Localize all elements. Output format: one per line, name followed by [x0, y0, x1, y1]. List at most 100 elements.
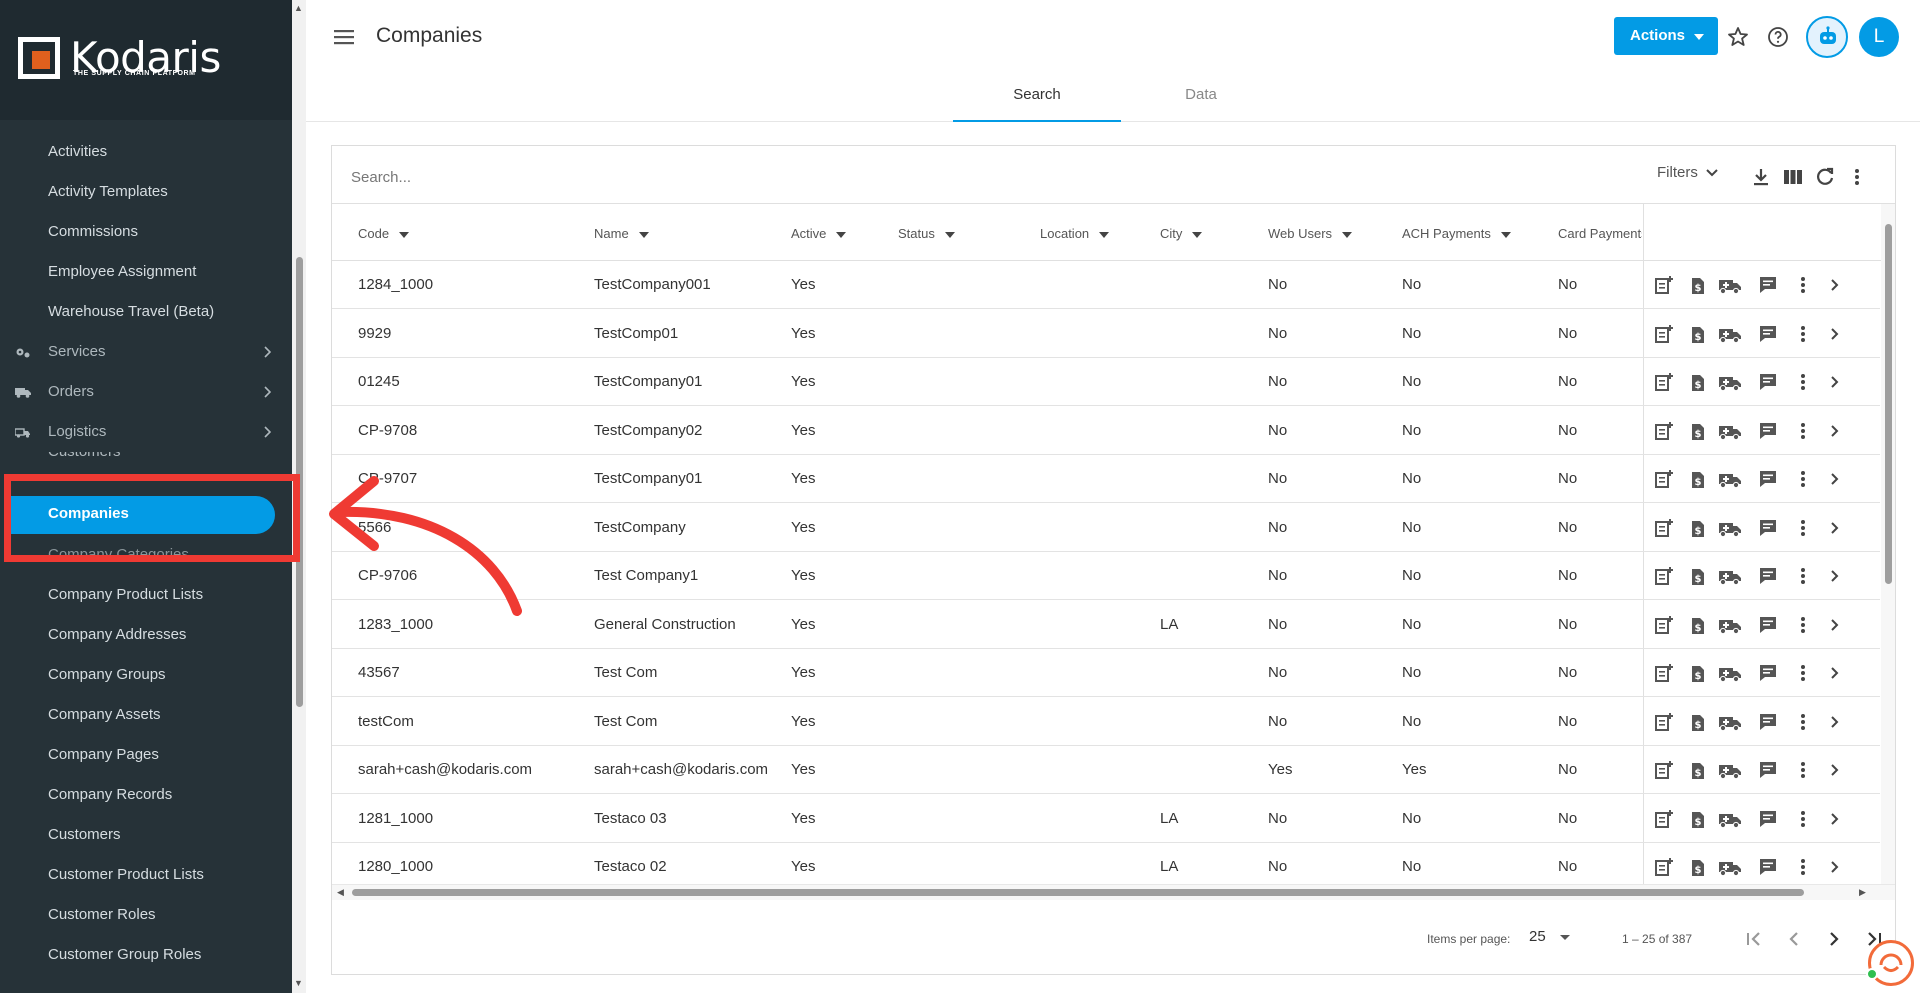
row-more-vert-icon[interactable]: [1792, 759, 1814, 781]
row-invoice-dollar-icon[interactable]: $: [1687, 808, 1709, 830]
sidebar-item-company-product-lists[interactable]: Company Product Lists: [0, 575, 292, 615]
row-invoice-dollar-icon[interactable]: $: [1687, 517, 1709, 539]
column-header-active[interactable]: Active: [791, 226, 847, 241]
row-comment-icon[interactable]: [1757, 565, 1779, 587]
row-chevron-right-icon[interactable]: [1824, 856, 1846, 878]
table-row[interactable]: 1284_1000 TestCompany001 Yes No No No $: [332, 261, 1880, 309]
row-comment-icon[interactable]: [1757, 759, 1779, 781]
row-ambulance-truck-icon[interactable]: [1718, 517, 1741, 539]
more-vert-icon[interactable]: [1846, 166, 1868, 188]
row-add-note-icon[interactable]: [1653, 371, 1675, 393]
table-row[interactable]: 1283_1000 General Construction Yes LA No No No…: [332, 601, 1880, 649]
row-chevron-right-icon[interactable]: [1824, 323, 1846, 345]
tab-data[interactable]: Data: [1121, 84, 1281, 122]
row-ambulance-truck-icon[interactable]: [1718, 711, 1741, 733]
column-header-city[interactable]: City: [1160, 226, 1203, 241]
sidebar-item-warehouse-travel[interactable]: Warehouse Travel (Beta): [0, 292, 292, 332]
row-add-note-icon[interactable]: [1653, 517, 1675, 539]
column-header-location[interactable]: Location: [1040, 226, 1110, 241]
row-chevron-right-icon[interactable]: [1824, 517, 1846, 539]
row-more-vert-icon[interactable]: [1792, 808, 1814, 830]
scroll-left-icon[interactable]: ◀: [337, 887, 344, 898]
row-more-vert-icon[interactable]: [1792, 274, 1814, 296]
sidebar-item-company-pages[interactable]: Company Pages: [0, 735, 292, 775]
row-add-note-icon[interactable]: [1653, 323, 1675, 345]
row-ambulance-truck-icon[interactable]: [1718, 856, 1741, 878]
row-comment-icon[interactable]: [1757, 420, 1779, 442]
table-row[interactable]: 1281_1000 Testaco 03 Yes LA No No No $: [332, 795, 1880, 843]
row-add-note-icon[interactable]: [1653, 274, 1675, 296]
scroll-right-icon[interactable]: ▶: [1859, 887, 1866, 898]
sidebar-item-customer-product-lists[interactable]: Customer Product Lists: [0, 855, 292, 895]
row-invoice-dollar-icon[interactable]: $: [1687, 856, 1709, 878]
row-add-note-icon[interactable]: [1653, 468, 1675, 490]
row-ambulance-truck-icon[interactable]: [1718, 468, 1741, 490]
row-more-vert-icon[interactable]: [1792, 517, 1814, 539]
sidebar-group-services[interactable]: Services: [0, 332, 292, 372]
row-comment-icon[interactable]: [1757, 371, 1779, 393]
row-add-note-icon[interactable]: [1653, 662, 1675, 684]
row-comment-icon[interactable]: [1757, 808, 1779, 830]
row-invoice-dollar-icon[interactable]: $: [1687, 759, 1709, 781]
tab-search[interactable]: Search: [953, 84, 1121, 122]
row-more-vert-icon[interactable]: [1792, 371, 1814, 393]
scroll-down-icon[interactable]: ▼: [294, 978, 303, 988]
row-ambulance-truck-icon[interactable]: [1718, 274, 1741, 296]
row-invoice-dollar-icon[interactable]: $: [1687, 711, 1709, 733]
row-more-vert-icon[interactable]: [1792, 711, 1814, 733]
row-comment-icon[interactable]: [1757, 517, 1779, 539]
menu-icon[interactable]: [334, 28, 356, 46]
sidebar-item-activities[interactable]: Activities: [0, 132, 292, 172]
table-horizontal-scrollbar[interactable]: ◀ ▶: [332, 884, 1895, 900]
row-chevron-right-icon[interactable]: [1824, 662, 1846, 684]
row-chevron-right-icon[interactable]: [1824, 468, 1846, 490]
table-row[interactable]: 43567 Test Com Yes No No No $: [332, 649, 1880, 697]
row-invoice-dollar-icon[interactable]: $: [1687, 274, 1709, 296]
row-chevron-right-icon[interactable]: [1824, 565, 1846, 587]
column-header-card-payments[interactable]: Card Payments: [1558, 226, 1642, 241]
sidebar-item-employee-assignment[interactable]: Employee Assignment: [0, 252, 292, 292]
help-icon[interactable]: [1766, 25, 1790, 49]
sidebar-item-commissions[interactable]: Commissions: [0, 212, 292, 252]
row-ambulance-truck-icon[interactable]: [1718, 371, 1741, 393]
row-invoice-dollar-icon[interactable]: $: [1687, 371, 1709, 393]
row-chevron-right-icon[interactable]: [1824, 759, 1846, 781]
row-invoice-dollar-icon[interactable]: $: [1687, 565, 1709, 587]
sidebar-group-customers[interactable]: Customers: [0, 452, 292, 474]
row-add-note-icon[interactable]: [1653, 711, 1675, 733]
row-comment-icon[interactable]: [1757, 856, 1779, 878]
column-header-status[interactable]: Status: [898, 226, 955, 241]
row-comment-icon[interactable]: [1757, 614, 1779, 636]
row-add-note-icon[interactable]: [1653, 856, 1675, 878]
sidebar-group-orders[interactable]: Orders: [0, 372, 292, 412]
columns-icon[interactable]: [1782, 166, 1804, 188]
row-comment-icon[interactable]: [1757, 468, 1779, 490]
actions-button[interactable]: Actions: [1614, 17, 1718, 55]
row-chevron-right-icon[interactable]: [1824, 808, 1846, 830]
items-per-page-select[interactable]: 25: [1529, 928, 1570, 945]
sidebar-item-customers[interactable]: Customers: [0, 815, 292, 855]
row-more-vert-icon[interactable]: [1792, 565, 1814, 587]
table-horizontal-scrollbar-thumb[interactable]: [352, 889, 1804, 896]
download-icon[interactable]: [1750, 166, 1772, 188]
row-invoice-dollar-icon[interactable]: $: [1687, 662, 1709, 684]
column-header-name[interactable]: Name: [594, 226, 649, 241]
scroll-up-icon[interactable]: ▲: [294, 3, 303, 13]
row-chevron-right-icon[interactable]: [1824, 420, 1846, 442]
column-header-ach-payments[interactable]: ACH Payments: [1402, 226, 1511, 241]
row-invoice-dollar-icon[interactable]: $: [1687, 614, 1709, 636]
row-more-vert-icon[interactable]: [1792, 323, 1814, 345]
row-add-note-icon[interactable]: [1653, 565, 1675, 587]
row-chevron-right-icon[interactable]: [1824, 274, 1846, 296]
row-more-vert-icon[interactable]: [1792, 614, 1814, 636]
sidebar-item-company-groups[interactable]: Company Groups: [0, 655, 292, 695]
table-vertical-scrollbar-thumb[interactable]: [1885, 224, 1892, 584]
sidebar-item-company-records[interactable]: Company Records: [0, 775, 292, 815]
table-row[interactable]: CP-9706 Test Company1 Yes No No No $: [332, 552, 1880, 600]
row-more-vert-icon[interactable]: [1792, 468, 1814, 490]
table-row[interactable]: 9929 TestComp01 Yes No No No $: [332, 310, 1880, 358]
sidebar-item-company-addresses[interactable]: Company Addresses: [0, 615, 292, 655]
first-page-icon[interactable]: [1742, 927, 1766, 951]
row-chevron-right-icon[interactable]: [1824, 614, 1846, 636]
star-icon[interactable]: [1726, 25, 1750, 49]
